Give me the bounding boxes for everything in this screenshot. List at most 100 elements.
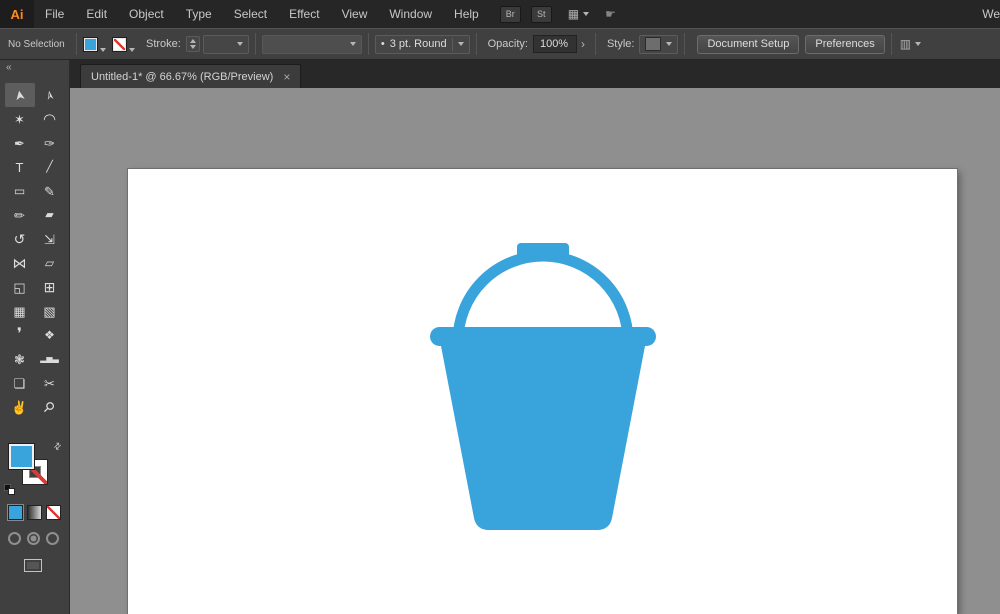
shape-builder-tool[interactable]: ◱ [5,275,35,299]
eraser-tool[interactable]: ▰ [35,203,65,227]
zoom-icon: ⚲ [41,398,58,415]
screen-mode-button[interactable] [24,559,42,572]
chevron-down-icon [129,48,135,52]
mesh-tool[interactable]: ▦ [5,299,35,323]
bucket-rim[interactable] [430,327,656,346]
menu-effect[interactable]: Effect [278,0,330,28]
symbol-sprayer-icon: ❃ [14,353,25,366]
stock-button[interactable]: St [531,6,552,23]
brush-definition-dropdown[interactable]: • 3 pt. Round [375,35,470,54]
default-fill-stroke-icon[interactable] [4,484,15,495]
stroke-color-picker[interactable] [112,37,135,52]
pen-icon: ✒ [14,137,25,150]
align-options-button[interactable]: ▥ [900,37,921,51]
width-icon: ⋈ [13,256,27,270]
stroke-weight-stepper[interactable] [186,36,200,52]
fill-color-swatch[interactable] [83,37,98,52]
bucket-handle-grip[interactable] [517,243,569,259]
curvature-tool[interactable]: ✑ [35,131,65,155]
close-tab-icon[interactable]: × [283,70,290,84]
pen-tool[interactable]: ✒ [5,131,35,155]
fill-color-picker[interactable] [83,37,106,52]
draw-inside-button[interactable] [46,532,59,545]
opacity-field[interactable]: 100% [533,35,577,53]
scale-tool[interactable]: ⇲ [35,227,65,251]
symbol-sprayer-tool[interactable]: ❃ [5,347,35,371]
artboard-tool[interactable]: ❏ [5,371,35,395]
width-tool[interactable]: ⋈ [5,251,35,275]
hand-icon: ✌ [11,401,27,414]
arrange-documents-button[interactable]: ▦ [568,7,589,21]
divider [76,33,77,55]
column-graph-tool[interactable]: ▂▅▃ [35,347,65,371]
pencil-tool[interactable]: ✏ [5,203,35,227]
menu-select[interactable]: Select [223,0,278,28]
type-icon: T [16,161,24,174]
menu-edit[interactable]: Edit [75,0,118,28]
rectangle-icon: ▭ [14,185,25,197]
opacity-panel-arrow[interactable]: › [577,37,589,51]
gradient-tool[interactable]: ▧ [35,299,65,323]
tool-grid: ➤➢✶◠ ✒ ✑ T ╱ ▭ ✎ ✏ ▰ ↺⇲ ⋈ ▱◱⊞ ▦ ▧❜❖ ❃ ▂▅▃❏✂ ✌ ⚲ [0,83,69,419]
fill-indicator-swatch[interactable] [8,443,35,470]
chevron-down-icon [237,42,243,46]
artboard[interactable] [128,169,957,614]
menu-view[interactable]: View [331,0,379,28]
draw-behind-button[interactable] [27,532,40,545]
bucket-artwork[interactable] [128,169,957,614]
hand-tool[interactable]: ✌ [5,395,35,419]
slice-tool[interactable]: ✂ [35,371,65,395]
rectangle-tool[interactable]: ▭ [5,179,35,203]
illustrator-logo: Ai [0,0,34,28]
eyedropper-tool[interactable]: ❜ [5,323,35,347]
free-transform-tool[interactable]: ▱ [35,251,65,275]
tools-panel: « ➤➢✶◠ ✒ ✑ T ╱ ▭ ✎ ✏ ▰ ↺⇲ ⋈ ▱◱⊞ ▦ ▧❜❖ ❃ ▂▅▃❏✂ ✌ ⚲ ⇄ [0,60,70,614]
stroke-weight-dropdown[interactable] [203,35,249,54]
draw-normal-button[interactable] [8,532,21,545]
bucket-body[interactable] [441,346,645,530]
stroke-label: Stroke: [146,38,181,50]
type-tool[interactable]: T [5,155,35,179]
none-mode-button[interactable] [46,505,61,520]
menu-file[interactable]: File [34,0,75,28]
chevron-down-icon [100,48,106,52]
variable-width-profile-dropdown[interactable] [262,35,362,54]
stroke-none-swatch[interactable] [112,37,127,52]
align-icon: ▥ [900,37,911,51]
workspace-switcher[interactable]: We [972,7,1000,21]
collapse-panel-button[interactable]: « [0,60,69,73]
divider [368,33,369,55]
divider [891,33,892,55]
paintbrush-tool[interactable]: ✎ [35,179,65,203]
color-mode-button[interactable] [8,505,23,520]
zoom-tool[interactable]: ⚲ [35,395,65,419]
pencil-icon: ✏ [14,209,25,222]
direct-selection-tool[interactable]: ➢ [35,83,65,107]
blend-tool[interactable]: ❖ [35,323,65,347]
preferences-button[interactable]: Preferences [805,35,884,54]
document-tab[interactable]: Untitled-1* @ 66.67% (RGB/Preview) × [80,64,301,88]
selection-tool[interactable]: ➤ [5,83,35,107]
menu-bar: Ai File Edit Object Type Select Effect V… [0,0,1000,28]
rotate-tool[interactable]: ↺ [5,227,35,251]
menu-type[interactable]: Type [175,0,223,28]
gradient-mode-button[interactable] [27,505,42,520]
style-dropdown[interactable] [639,35,678,54]
menu-window[interactable]: Window [378,0,443,28]
line-segment-tool[interactable]: ╱ [35,155,65,179]
fill-stroke-indicator: ⇄ [8,443,62,489]
lasso-tool[interactable]: ◠ [35,107,65,131]
perspective-grid-tool[interactable]: ⊞ [35,275,65,299]
share-button[interactable]: ☛ [605,7,616,21]
magic-wand-tool[interactable]: ✶ [5,107,35,131]
menu-object[interactable]: Object [118,0,175,28]
bridge-button[interactable]: Br [500,6,521,23]
eraser-icon: ▰ [45,210,53,221]
document-setup-button[interactable]: Document Setup [697,35,799,54]
drawing-mode-buttons [8,532,69,545]
brush-bullet: • [381,38,385,50]
swap-fill-stroke-icon[interactable]: ⇄ [52,440,65,453]
canvas-pasteboard[interactable] [70,88,1000,614]
mesh-icon: ▦ [13,305,25,318]
menu-help[interactable]: Help [443,0,490,28]
